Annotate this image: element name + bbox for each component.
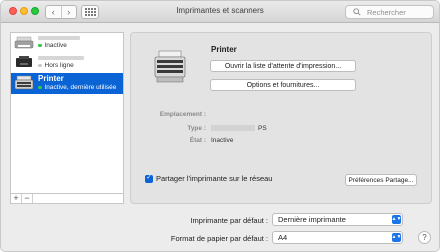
type-value-row: PS bbox=[211, 125, 267, 132]
status-dot-icon bbox=[38, 63, 42, 68]
status-dot-icon bbox=[38, 85, 42, 90]
default-printer-label: Imprimante par défaut : bbox=[190, 216, 268, 225]
printer-list-item[interactable]: Hors ligne bbox=[11, 53, 123, 72]
printer-large-icon bbox=[154, 50, 186, 83]
printer-list-item[interactable]: Inactive bbox=[11, 33, 123, 52]
options-supplies-button[interactable]: Options et fournitures... bbox=[210, 79, 356, 91]
search-icon bbox=[353, 8, 364, 16]
type-value: PS bbox=[258, 125, 267, 132]
help-button[interactable]: ? bbox=[418, 231, 431, 244]
default-printer-select[interactable]: Dernière imprimante ▲▼ bbox=[272, 213, 403, 226]
title-bar: ‹ › Imprimantes et scanners Rechercher bbox=[1, 1, 439, 23]
printer-name-redacted bbox=[38, 36, 80, 40]
search-field[interactable]: Rechercher bbox=[345, 5, 434, 19]
sharing-preferences-button[interactable]: Préférences Partage... bbox=[345, 174, 417, 186]
type-redacted bbox=[211, 125, 255, 132]
printer-title: Printer bbox=[211, 45, 237, 54]
printer-name-redacted bbox=[38, 56, 84, 60]
search-placeholder: Rechercher bbox=[367, 7, 406, 17]
printer-icon bbox=[14, 75, 34, 90]
status-dot-icon bbox=[38, 43, 42, 48]
updown-chevron-icon: ▲▼ bbox=[392, 215, 401, 224]
printer-icon bbox=[16, 56, 32, 67]
printer-list-item-selected[interactable]: Printer Inactive, dernière utilisée bbox=[11, 73, 123, 94]
remove-printer-button[interactable]: − bbox=[22, 194, 33, 203]
open-print-queue-button[interactable]: Ouvrir la liste d'attente d'impression..… bbox=[210, 60, 356, 72]
add-printer-button[interactable]: + bbox=[11, 194, 22, 203]
list-footer: + − bbox=[10, 193, 124, 204]
state-value: Inactive bbox=[211, 137, 234, 144]
share-label: Partager l'imprimante sur le réseau bbox=[156, 174, 273, 183]
printer-list[interactable]: Inactive Hors ligne Printer Inactive, de… bbox=[10, 32, 124, 204]
default-printer-value: Dernière imprimante bbox=[278, 215, 346, 224]
printer-name: Printer bbox=[38, 74, 64, 83]
default-paper-value: A4 bbox=[278, 233, 288, 242]
type-label: Type : bbox=[187, 125, 206, 132]
printer-icon bbox=[14, 36, 34, 49]
default-paper-select[interactable]: A4 ▲▼ bbox=[272, 231, 403, 244]
updown-chevron-icon: ▲▼ bbox=[392, 233, 401, 242]
share-checkbox[interactable]: ✓ bbox=[145, 174, 153, 183]
printer-status: Inactive bbox=[38, 42, 67, 49]
printer-status: Hors ligne bbox=[38, 62, 74, 69]
printer-status: Inactive, dernière utilisée bbox=[38, 84, 116, 91]
printers-window: ‹ › Imprimantes et scanners Rechercher I… bbox=[0, 0, 440, 252]
share-printer-row[interactable]: ✓ Partager l'imprimante sur le réseau bbox=[145, 174, 272, 183]
location-label: Emplacement : bbox=[159, 111, 206, 118]
default-paper-label: Format de papier par défaut : bbox=[170, 234, 268, 243]
printer-detail-panel: Printer Ouvrir la liste d'attente d'impr… bbox=[130, 32, 432, 204]
state-label: État : bbox=[189, 137, 206, 144]
